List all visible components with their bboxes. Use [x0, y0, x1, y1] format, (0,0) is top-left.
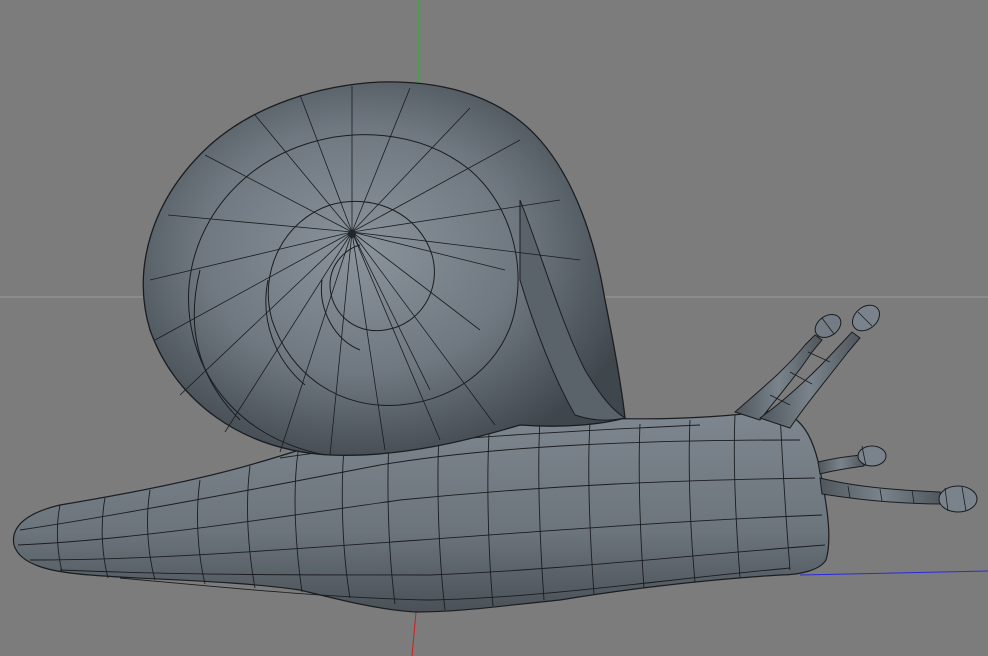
eye-stalks[interactable] — [734, 300, 885, 429]
right-eye-bulb — [852, 304, 880, 332]
3d-viewport[interactable] — [0, 0, 988, 656]
viewport-canvas[interactable] — [0, 0, 988, 656]
z-axis-line — [799, 570, 988, 576]
lower-tentacle-tip — [938, 485, 978, 513]
snail-shell[interactable] — [142, 81, 627, 456]
x-axis-line — [411, 611, 417, 656]
shell-apex — [348, 230, 356, 238]
lower-tentacle — [819, 477, 943, 505]
lower-tentacles[interactable] — [817, 445, 978, 513]
upper-tentacle — [817, 454, 865, 475]
shell-outer — [142, 81, 626, 456]
